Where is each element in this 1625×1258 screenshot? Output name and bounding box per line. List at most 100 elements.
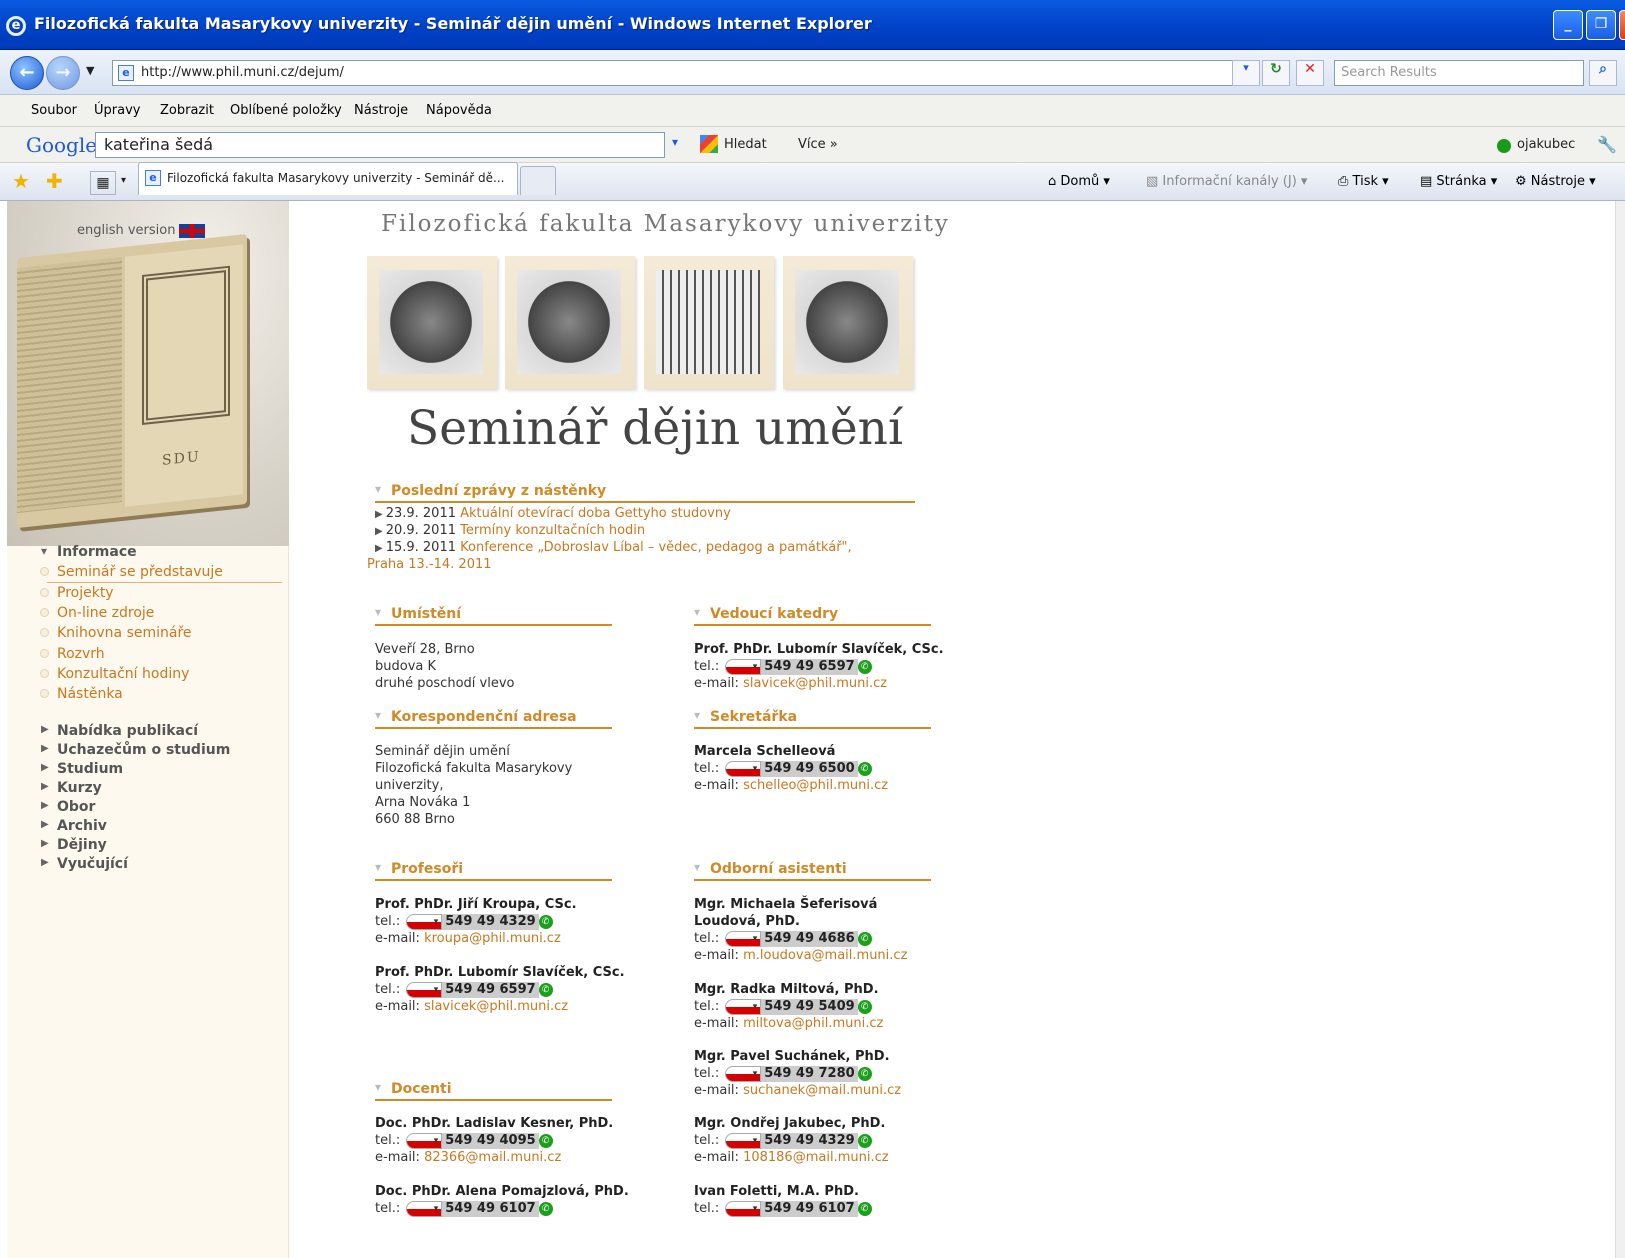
tab-title: Filozofická fakulta Masarykovy univerzit… [167,171,505,185]
google-more-button[interactable]: Více » [798,137,838,152]
address-dropdown-icon[interactable]: ▾ [1232,60,1260,86]
nav-sub-item[interactable]: Projekty [40,585,114,601]
home-button[interactable]: ⌂ Domů ▾ [1048,174,1110,189]
history-dropdown-icon[interactable]: ▼ [86,64,94,77]
news-date: 20.9. 2011 [385,523,456,538]
menu-edit[interactable]: Úpravy [94,103,140,118]
call-icon[interactable]: ✆ [538,1201,553,1216]
call-icon[interactable]: ✆ [857,931,872,946]
news-heading: Poslední zprávy z nástěnky [375,482,915,503]
skype-phone-widget[interactable]: 549 49 7280✆ [725,1065,872,1083]
nav-main-item[interactable]: ▶ Nabídka publikací [41,723,198,739]
close-button[interactable]: × [1619,10,1625,40]
news-link[interactable]: Praha 13.-14. 2011 [367,557,492,572]
skype-phone-widget[interactable]: 549 49 4686✆ [725,930,872,948]
menu-tools[interactable]: Nástroje [354,103,408,118]
phone-number: 549 49 6107 [442,1200,539,1217]
email-link[interactable]: schelleo@phil.muni.cz [743,778,888,793]
search-input[interactable]: Search Results [1334,60,1584,86]
nav-sub-item[interactable]: On-line zdroje [40,605,154,621]
nav-sub-item[interactable]: Rozvrh [40,646,105,662]
skype-phone-widget[interactable]: 549 49 6107✆ [406,1200,553,1218]
wrench-icon[interactable]: 🔧 [1597,135,1617,154]
vertical-scrollbar[interactable] [1615,201,1625,1258]
back-button[interactable]: ← [10,56,44,90]
nav-sub-item[interactable]: Knihovna semináře [40,625,192,641]
search-icon[interactable]: ⌕ [1589,60,1617,86]
forward-button[interactable]: → [46,56,80,90]
call-icon[interactable]: ✆ [857,1201,872,1216]
email-link[interactable]: kroupa@phil.muni.cz [424,931,561,946]
email-link[interactable]: slavicek@phil.muni.cz [424,999,568,1014]
email-link[interactable]: suchanek@mail.muni.cz [743,1083,901,1098]
nav-main-item[interactable]: ▶ Dějiny [41,837,107,853]
news-link[interactable]: Konference „Dobroslav Líbal – vědec, ped… [460,540,852,555]
call-icon[interactable]: ✆ [538,914,553,929]
news-link[interactable]: Aktuální otevírací doba Gettyho studovny [460,506,731,521]
person-name: Ivan Foletti, M.A. PhD. [694,1184,859,1199]
tools-button[interactable]: ⚙ Nástroje ▾ [1515,174,1596,189]
call-icon[interactable]: ✆ [857,1066,872,1081]
skype-phone-widget[interactable]: 549 49 4329✆ [406,913,553,931]
nav-main-item[interactable]: ▶ Uchazečům o studium [41,742,230,758]
skype-phone-widget[interactable]: 549 49 5409✆ [725,998,872,1016]
sidebar-header-image: SDU english version [7,201,289,546]
add-favorite-icon[interactable]: ✚ [46,169,63,193]
skype-phone-widget[interactable]: 549 49 6500✆ [725,760,872,778]
google-dropdown-icon[interactable]: ▾ [672,135,678,149]
menu-file[interactable]: Soubor [31,103,77,118]
english-version-link[interactable]: english version [77,223,206,238]
quick-tabs-icon[interactable]: ▦ [90,171,116,195]
tab-active[interactable]: e Filozofická fakulta Masarykovy univerzi… [138,162,518,195]
google-search-input[interactable]: kateřina šedá [95,132,665,158]
email-link[interactable]: slavicek@phil.muni.cz [743,676,887,691]
nav-main-item[interactable]: ▶ Kurzy [41,780,102,796]
church-drawing [656,270,760,374]
nav-main-item[interactable]: ▶ Vyučující [41,856,128,872]
call-icon[interactable]: ✆ [857,761,872,776]
news-link[interactable]: Termíny konzultačních hodin [460,523,645,538]
nav-sub-item[interactable]: Konzultační hodiny [40,666,189,682]
tab-list-icon[interactable]: ▾ [121,175,126,186]
email-link[interactable]: miltova@phil.muni.cz [743,1016,883,1031]
call-icon[interactable]: ✆ [857,659,872,674]
stop-icon[interactable]: ✕ [1296,60,1324,86]
email-link[interactable]: 82366@mail.muni.cz [424,1150,561,1165]
menu-view[interactable]: Zobrazit [160,103,214,118]
call-icon[interactable]: ✆ [857,1133,872,1148]
skype-phone-widget[interactable]: 549 49 4095✆ [406,1132,553,1150]
menu-help[interactable]: Nápověda [426,103,492,118]
nav-informace-head[interactable]: ▾ Informace [41,544,137,560]
feeds-button[interactable]: ▧ Informační kanály (J) ▾ [1146,174,1307,189]
nav-main-item[interactable]: ▶ Obor [41,799,95,815]
google-search-button[interactable]: Hledat [724,137,767,152]
call-icon[interactable]: ✆ [857,999,872,1014]
new-tab-button[interactable] [520,166,556,195]
skype-phone-widget[interactable]: 549 49 6597✆ [406,981,553,999]
nav-sub-item[interactable]: Seminář se představuje [40,564,223,580]
nav-main-item[interactable]: ▶ Archiv [41,818,107,834]
window-title: Filozofická fakulta Masarykovy univerzit… [34,14,872,33]
print-button[interactable]: ⎙ Tisk ▾ [1338,174,1389,189]
arrow-right-icon: ▶ [41,762,49,773]
skype-phone-widget[interactable]: 549 49 4329✆ [725,1132,872,1150]
skype-phone-widget[interactable]: 549 49 6597✆ [725,658,872,676]
favorites-star-icon[interactable]: ★ [12,169,30,193]
tel-label: tel.: [694,1066,720,1081]
call-icon[interactable]: ✆ [538,982,553,997]
call-icon[interactable]: ✆ [538,1133,553,1148]
nav-sub-item[interactable]: Nástěnka [40,686,123,702]
page-button[interactable]: ▤ Stránka ▾ [1420,174,1497,189]
nav-main-item[interactable]: ▶ Studium [41,761,123,777]
email-link[interactable]: 108186@mail.muni.cz [743,1150,888,1165]
email-link[interactable]: m.loudova@mail.muni.cz [743,948,907,963]
refresh-icon[interactable]: ↻ [1262,60,1290,86]
skype-phone-widget[interactable]: 549 49 6107✆ [725,1200,872,1218]
minimize-button[interactable]: _ [1553,10,1583,40]
arrow-right-icon: ▶ [41,800,49,811]
news-link-continued[interactable]: Praha 13.-14. 2011 [367,557,492,572]
maximize-button[interactable]: ❐ [1586,10,1616,40]
url-field[interactable]: e http://www.phil.muni.cz/dejum/ [112,60,1260,86]
google-user[interactable]: ojakubec [1517,137,1575,152]
menu-favorites[interactable]: Oblíbené položky [230,103,342,118]
